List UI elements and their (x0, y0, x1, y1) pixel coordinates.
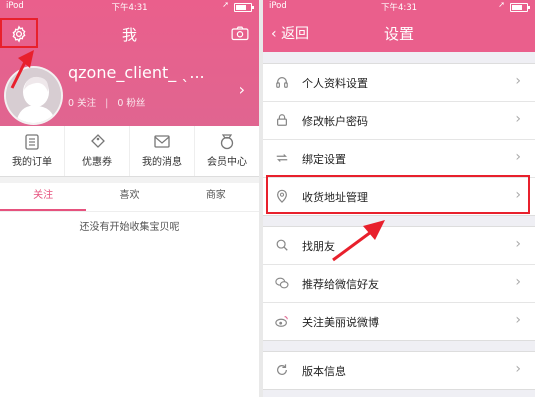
chevron-right-icon: › (515, 73, 521, 89)
headphones-icon (276, 77, 288, 88)
annotation-highlight-box (266, 175, 530, 214)
settings-screen: iPod 下午4:31 ➚ ‹ 返回 设置 个人资料设置 › 修改帐户密码 › … (263, 0, 535, 397)
tab-merchants[interactable]: 商家 (173, 183, 259, 211)
camera-button[interactable] (231, 26, 249, 45)
followers-count[interactable]: 0 粉丝 (117, 98, 145, 109)
chevron-right-icon: › (515, 236, 521, 252)
settings-group-social: 找朋友 › 推荐给微信好友 › 关注美丽说微博 › (263, 226, 535, 341)
page-title: 我 (121, 26, 137, 44)
battery-icon (234, 3, 254, 12)
profile-screen: iPod 下午4:31 ➚ 我 qzone_client_ ˎ... 0 关注 … (0, 0, 259, 397)
following-count[interactable]: 0 关注 (68, 98, 96, 109)
page-title: 设置 (383, 25, 414, 43)
list-icon (25, 134, 39, 150)
profile-menu: 我的订单 优惠券 我的消息 会员中心 (0, 126, 259, 177)
annotation-arrow (332, 220, 385, 262)
profile-stats: 0 关注 | 0 粉丝 (68, 95, 151, 109)
username: qzone_client_ ˎ... (68, 63, 205, 82)
settings-row-version[interactable]: 版本信息 › (263, 352, 535, 389)
collection-tabs: 关注 喜欢 商家 (0, 183, 259, 212)
battery-icon (510, 3, 530, 12)
refresh-icon (277, 364, 287, 375)
status-time: 下午4:31 (380, 3, 418, 13)
chevron-right-icon: › (515, 361, 521, 377)
mail-icon (154, 135, 170, 148)
camera-icon (231, 26, 249, 41)
settings-label: 版本信息 (302, 365, 346, 378)
settings-row-find-friends[interactable]: 找朋友 › (263, 227, 535, 265)
gear-icon (12, 25, 26, 43)
settings-row-profile[interactable]: 个人资料设置 › (263, 64, 535, 102)
status-bar: iPod 下午4:31 ➚ (0, 0, 259, 14)
search-icon (276, 239, 288, 251)
menu-item-orders[interactable]: 我的订单 (0, 126, 65, 176)
settings-row-password[interactable]: 修改帐户密码 › (263, 102, 535, 140)
settings-label: 修改帐户密码 (302, 115, 368, 128)
empty-state-text: 还没有开始收集宝贝呢 (79, 222, 180, 233)
navigation-bar: iPod 下午4:31 ➚ ‹ 返回 设置 (263, 0, 535, 52)
chevron-right-icon: › (515, 312, 521, 328)
chevron-right-icon: › (515, 111, 521, 127)
settings-row-wechat[interactable]: 推荐给微信好友 › (263, 265, 535, 303)
weibo-icon (275, 316, 288, 327)
settings-group-about: 版本信息 › (263, 351, 535, 390)
menu-label: 我的消息 (142, 157, 182, 168)
lock-icon (277, 114, 287, 126)
tab-likes[interactable]: 喜欢 (86, 183, 172, 211)
menu-label: 优惠券 (82, 157, 112, 168)
chevron-right-icon[interactable]: › (239, 80, 245, 99)
settings-label: 推荐给微信好友 (302, 278, 379, 291)
menu-label: 我的订单 (12, 157, 52, 168)
status-time: 下午4:31 (111, 3, 148, 13)
location-arrow-icon: ➚ (222, 0, 229, 9)
medal-icon (220, 134, 234, 150)
coupon-icon (91, 134, 105, 148)
settings-row-binding[interactable]: 绑定设置 › (263, 140, 535, 178)
wechat-icon (275, 277, 289, 289)
settings-row-weibo[interactable]: 关注美丽说微博 › (263, 303, 535, 340)
status-bar: iPod 下午4:31 ➚ (263, 0, 535, 14)
collection-content (0, 211, 259, 397)
stats-divider: | (105, 98, 109, 109)
tab-following[interactable]: 关注 (0, 183, 87, 211)
location-arrow-icon: ➚ (498, 0, 505, 9)
menu-label: 会员中心 (207, 157, 247, 168)
annotation-arrow (10, 50, 34, 89)
menu-item-membership[interactable]: 会员中心 (195, 126, 259, 176)
chevron-right-icon: › (515, 274, 521, 290)
settings-label: 个人资料设置 (302, 77, 368, 90)
bind-icon (276, 154, 288, 162)
menu-item-messages[interactable]: 我的消息 (130, 126, 195, 176)
settings-label: 绑定设置 (302, 153, 346, 166)
settings-label: 关注美丽说微博 (302, 316, 379, 329)
chevron-right-icon: › (515, 149, 521, 165)
menu-item-coupons[interactable]: 优惠券 (65, 126, 130, 176)
